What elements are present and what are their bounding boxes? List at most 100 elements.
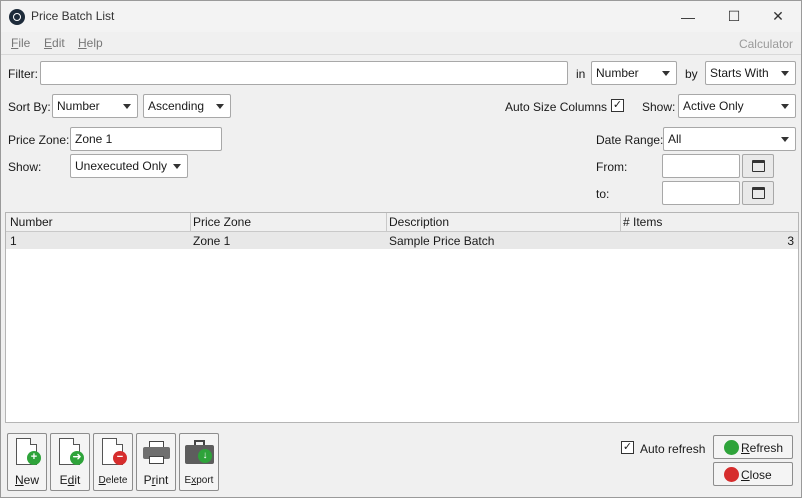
show-active-label: Show: — [642, 100, 676, 114]
calendar-icon — [752, 160, 765, 172]
show-execution-select[interactable]: Unexecuted Only — [70, 154, 188, 178]
menu-help-label: elp — [86, 36, 103, 50]
price-batch-grid[interactable]: Number Price Zone Description # Items 1 … — [5, 212, 799, 423]
show-active-select[interactable]: Active Only — [678, 94, 796, 118]
column-divider[interactable] — [386, 213, 387, 232]
auto-size-columns-checkbox[interactable]: ✓ — [611, 99, 624, 112]
plus-icon: + — [27, 451, 41, 465]
printer-icon-paper — [149, 456, 164, 464]
menu-help-mnemonic: H — [78, 36, 87, 50]
from-date-picker-button[interactable] — [742, 154, 774, 178]
grid-header: Number Price Zone Description # Items — [6, 213, 798, 232]
filter-label: Filter: — [8, 67, 38, 81]
date-range-value: All — [668, 132, 682, 146]
calculator-link[interactable]: Calculator — [739, 37, 793, 51]
date-range-select[interactable]: All — [663, 127, 796, 151]
menu-help[interactable]: Help — [78, 36, 103, 50]
print-button-label: Print — [137, 473, 175, 487]
menu-bar: File Edit Help Calculator — [1, 32, 801, 54]
column-header-number[interactable]: Number — [10, 215, 53, 229]
show-execution-value: Unexecuted Only — [75, 159, 168, 173]
window-title: Price Batch List — [31, 9, 115, 23]
filter-by-value: Starts With — [710, 66, 769, 80]
close-button-label: Close — [741, 468, 772, 482]
chevron-down-icon — [173, 164, 181, 169]
new-button-label: New — [8, 473, 46, 487]
price-zone-input[interactable]: Zone 1 — [70, 127, 222, 151]
new-button[interactable]: + New — [7, 433, 47, 491]
show-execution-label: Show: — [8, 160, 42, 174]
column-header-price-zone[interactable]: Price Zone — [193, 215, 251, 229]
filter-in-value: Number — [596, 66, 639, 80]
sort-direction-value: Ascending — [148, 99, 205, 113]
download-arrow-icon: ↓ — [198, 449, 212, 463]
column-header-items[interactable]: # Items — [623, 215, 662, 229]
sort-direction-select[interactable]: Ascending — [143, 94, 231, 118]
price-batch-list-window: Price Batch List — ☐ ✕ File Edit Help Ca… — [0, 0, 802, 498]
minus-icon: − — [113, 451, 127, 465]
close-mnemonic: C — [741, 468, 750, 482]
delete-label-rest: elete — [105, 475, 128, 486]
menu-edit-label: dit — [52, 36, 65, 50]
maximize-button[interactable]: ☐ — [711, 1, 757, 32]
chevron-down-icon — [781, 104, 789, 109]
cell-number: 1 — [10, 234, 17, 248]
filter-by-select[interactable]: Starts With — [705, 61, 796, 85]
chevron-down-icon — [123, 104, 131, 109]
delete-button[interactable]: − Delete — [93, 433, 133, 491]
refresh-icon — [724, 440, 739, 455]
menu-file[interactable]: File — [11, 36, 30, 50]
cell-description: Sample Price Batch — [389, 234, 495, 248]
cell-items: 3 — [787, 234, 794, 248]
menu-file-label: ile — [18, 36, 31, 50]
filter-in-select[interactable]: Number — [591, 61, 677, 85]
app-logo-icon — [9, 9, 25, 25]
sort-field-select[interactable]: Number — [52, 94, 138, 118]
to-date-picker-button[interactable] — [742, 181, 774, 205]
cell-price-zone: Zone 1 — [193, 234, 231, 248]
export-label-rest: port — [196, 475, 214, 486]
close-button[interactable]: Close — [713, 462, 793, 486]
minimize-button[interactable]: — — [665, 1, 711, 32]
close-x-icon — [724, 467, 739, 482]
to-label: to: — [596, 187, 610, 201]
edit-button[interactable]: ➜ Edit — [50, 433, 90, 491]
filter-input[interactable] — [40, 61, 568, 85]
auto-size-columns-label: Auto Size Columns — [505, 100, 608, 114]
table-row[interactable]: 1 Zone 1 Sample Price Batch 3 — [6, 232, 798, 249]
chevron-down-icon — [216, 104, 224, 109]
export-briefcase-icon: ↓ — [185, 440, 214, 464]
chevron-down-icon — [781, 71, 789, 76]
menu-edit[interactable]: Edit — [44, 36, 65, 50]
refresh-button-label: Refresh — [741, 441, 783, 455]
column-divider[interactable] — [190, 213, 191, 232]
column-divider[interactable] — [620, 213, 621, 232]
export-button[interactable]: ↓ Export — [179, 433, 219, 491]
from-label: From: — [596, 160, 628, 174]
print-label-first: P — [143, 473, 152, 487]
to-date-input[interactable] — [662, 181, 740, 205]
delete-button-label: Delete — [94, 475, 132, 486]
close-label-rest: lose — [749, 468, 772, 482]
column-header-description[interactable]: Description — [389, 215, 449, 229]
from-date-input[interactable] — [662, 154, 740, 178]
price-zone-label: Price Zone: — [8, 133, 70, 147]
edit-label-rest: it — [74, 473, 81, 487]
close-window-button[interactable]: ✕ — [755, 1, 801, 32]
edit-label-first: E — [59, 473, 68, 487]
sort-field-value: Number — [57, 99, 100, 113]
new-mnemonic: N — [14, 473, 24, 487]
calendar-icon — [752, 187, 765, 199]
refresh-label-rest: efresh — [749, 441, 784, 455]
refresh-button[interactable]: Refresh — [713, 435, 793, 459]
date-range-label: Date Range: — [596, 133, 664, 147]
auto-refresh-checkbox[interactable]: ✓ — [621, 441, 634, 454]
arrow-right-icon: ➜ — [70, 451, 84, 465]
new-label-rest: ew — [23, 473, 39, 487]
print-button[interactable]: Print — [136, 433, 176, 491]
print-label-rest: int — [155, 473, 169, 487]
export-button-label: Export — [180, 475, 218, 486]
menu-edit-mnemonic: E — [44, 36, 53, 50]
chevron-down-icon — [781, 137, 789, 142]
filter-by-label: by — [685, 67, 698, 81]
